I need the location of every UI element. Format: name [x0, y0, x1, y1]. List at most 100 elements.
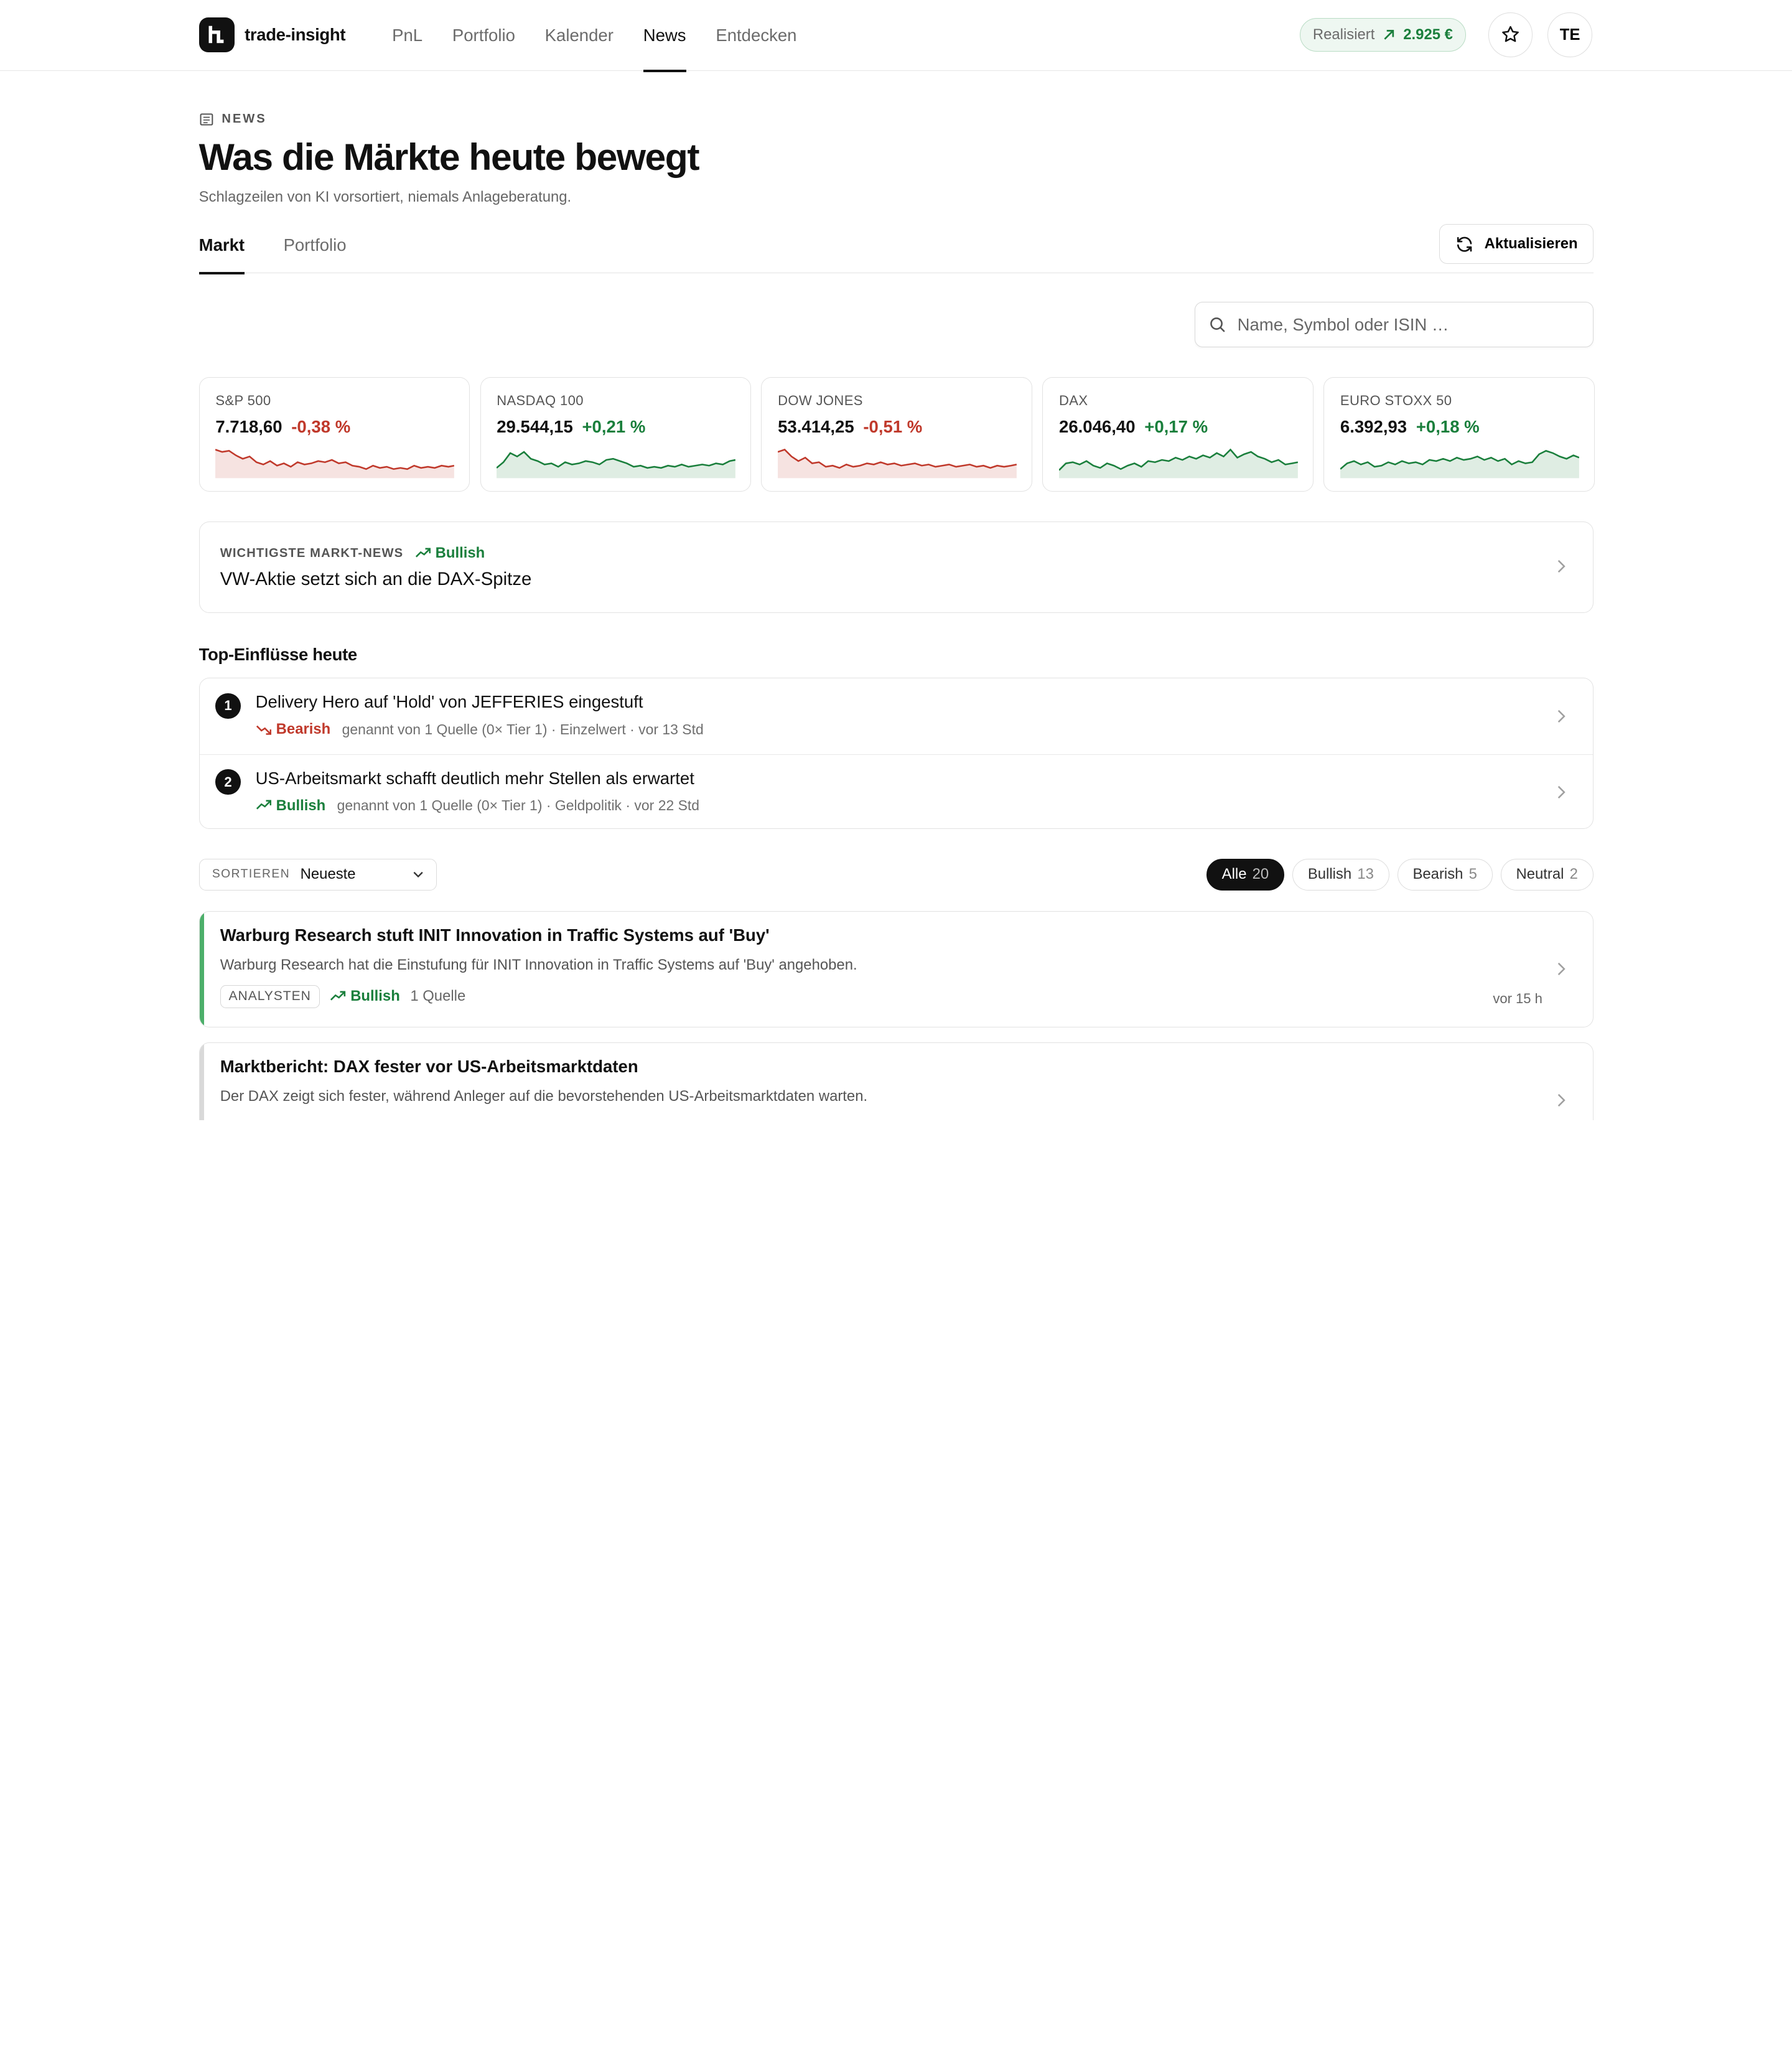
filter-neutral[interactable]: Neutral 2 — [1500, 858, 1594, 891]
index-name: NASDAQ 100 — [497, 393, 584, 409]
influence-title: Delivery Hero auf 'Hold' von JEFFERIES e… — [255, 692, 643, 712]
index-card-dax[interactable]: DAX 26.046,40 +0,17 % — [1042, 377, 1314, 492]
sort-select[interactable]: SORTIEREN Neueste — [198, 858, 437, 891]
search-input[interactable] — [1237, 314, 1569, 335]
nav-item-pnl[interactable]: PnL — [392, 0, 422, 71]
nav-item-kalender[interactable]: Kalender — [545, 0, 614, 71]
index-card-sp500[interactable]: S&P 500 7.718,60 -0,38 % — [198, 377, 470, 492]
top-bar: trade-insight PnL Portfolio Kalender New… — [0, 0, 1792, 72]
chevron-right-icon — [1557, 560, 1566, 573]
sentiment-filters: Alle 20 Bullish 13 Bearish 5 Neutral 2 — [1206, 858, 1594, 891]
index-value: 6.392,93 — [1340, 416, 1407, 436]
index-sparkline — [1059, 449, 1298, 479]
news-title: Warburg Research stuft INIT Innovation i… — [220, 925, 770, 945]
news-summary: Der DAX zeigt sich fester, während Anleg… — [220, 1087, 868, 1105]
nav-item-news[interactable]: News — [643, 0, 686, 72]
brand[interactable]: trade-insight — [198, 17, 346, 53]
sentiment-badge: Bullish — [415, 545, 485, 562]
sentiment-label: Bullish — [276, 797, 326, 814]
index-name: DOW JONES — [778, 393, 863, 409]
arrow-up-right-icon — [1384, 29, 1394, 40]
page-eyebrow-label: NEWS — [222, 112, 267, 126]
index-name: EURO STOXX 50 — [1340, 393, 1452, 409]
news-item[interactable]: Warburg Research stuft INIT Innovation i… — [198, 911, 1594, 1028]
chevron-right-icon — [1557, 709, 1566, 723]
influence-meta: genannt von 1 Quelle (0× Tier 1) · Geldp… — [337, 797, 700, 814]
index-sparkline — [778, 449, 1017, 479]
influence-meta: genannt von 1 Quelle (0× Tier 1) · Einze… — [342, 721, 704, 737]
main-nav: PnL Portfolio Kalender News Entdecken — [392, 0, 826, 72]
index-value: 7.718,60 — [215, 416, 282, 436]
index-cards: S&P 500 7.718,60 -0,38 % NASDAQ 100 29.54… — [198, 377, 1595, 492]
nav-item-entdecken[interactable]: Entdecken — [716, 0, 796, 71]
index-card-nasdaq100[interactable]: NASDAQ 100 29.544,15 +0,21 % — [480, 377, 751, 492]
refresh-label: Aktualisieren — [1484, 235, 1578, 253]
tab-portfolio[interactable]: Portfolio — [284, 235, 347, 273]
index-name: S&P 500 — [215, 393, 271, 409]
trend-up-icon — [256, 800, 271, 810]
influence-title: US-Arbeitsmarkt schafft deutlich mehr St… — [255, 768, 694, 788]
influence-item[interactable]: 1 Delivery Hero auf 'Hold' von JEFFERIES… — [200, 678, 1593, 754]
index-change: +0,21 % — [582, 416, 646, 436]
index-change: -0,38 % — [291, 416, 351, 436]
sentiment-label: Bullish — [435, 545, 485, 562]
filter-all[interactable]: Alle 20 — [1206, 858, 1285, 891]
filter-bullish[interactable]: Bullish 13 — [1292, 858, 1389, 891]
news-title: Marktbericht: DAX fester vor US-Arbeitsm… — [220, 1057, 638, 1077]
page-eyebrow: NEWS — [199, 112, 267, 127]
tab-markt[interactable]: Markt — [198, 235, 245, 274]
trend-up-icon — [415, 548, 431, 558]
rank-badge: 2 — [215, 769, 241, 795]
filter-count: 20 — [1252, 866, 1269, 883]
app-root: trade-insight PnL Portfolio Kalender New… — [0, 0, 1792, 1121]
index-card-dowjones[interactable]: DOW JONES 53.414,25 -0,51 % — [761, 377, 1032, 492]
refresh-button[interactable]: Aktualisieren — [1439, 224, 1594, 264]
search-box[interactable] — [1194, 301, 1594, 348]
rank-badge: 1 — [215, 693, 241, 719]
sentiment-label: Bullish — [350, 988, 400, 1005]
newspaper-icon — [200, 113, 213, 126]
filter-label: Alle — [1221, 866, 1247, 883]
search-icon — [1210, 317, 1225, 332]
top-influences-list: 1 Delivery Hero auf 'Hold' von JEFFERIES… — [198, 678, 1594, 830]
realized-label: Realisiert — [1312, 26, 1375, 44]
filter-bearish[interactable]: Bearish 5 — [1397, 858, 1493, 891]
top-news-eyebrow: WICHTIGSTE MARKT-NEWS Bullish — [220, 545, 485, 562]
nav-item-portfolio[interactable]: Portfolio — [452, 0, 515, 71]
star-icon — [1502, 26, 1519, 42]
filter-count: 13 — [1357, 866, 1374, 883]
index-change: +0,17 % — [1144, 416, 1208, 436]
page-title: Was die Märkte heute bewegt — [198, 135, 700, 178]
index-name: DAX — [1059, 393, 1088, 409]
news-item[interactable]: Marktbericht: DAX fester vor US-Arbeitsm… — [198, 1042, 1594, 1121]
index-card-eurostoxx50[interactable]: EURO STOXX 50 6.392,93 +0,18 % — [1323, 377, 1595, 492]
influence-item[interactable]: 2 US-Arbeitsmarkt schafft deutlich mehr … — [199, 754, 1593, 830]
news-tabs: Markt Portfolio — [198, 224, 1594, 274]
app-name: trade-insight — [245, 25, 346, 45]
app-logo-icon — [198, 17, 235, 53]
top-news-headline: VW-Aktie setzt sich an die DAX-Spitze — [220, 568, 532, 589]
index-change: -0,51 % — [863, 416, 923, 436]
realized-value: 2.925 € — [1403, 26, 1453, 44]
top-market-news-card[interactable]: WICHTIGSTE MARKT-NEWS Bullish VW-Aktie s… — [198, 521, 1594, 613]
index-sparkline — [215, 449, 455, 479]
news-summary: Warburg Research hat die Einstufung für … — [220, 956, 857, 973]
user-avatar-button[interactable]: TE — [1547, 12, 1592, 57]
sentiment-label: Bearish — [276, 721, 331, 738]
sentiment-accent-bar — [199, 1043, 204, 1121]
news-time: vor 15 h — [1493, 990, 1542, 1006]
sentiment-badge: Bullish — [256, 797, 326, 815]
sentiment-accent-bar — [199, 912, 204, 1027]
watchlist-button[interactable] — [1488, 12, 1533, 57]
index-sparkline — [1340, 450, 1579, 479]
sort-label: SORTIEREN — [212, 868, 291, 881]
page-subtitle: Schlagzeilen von KI vorsortiert, niemals… — [198, 189, 572, 206]
index-value: 53.414,25 — [778, 416, 854, 436]
refresh-icon — [1457, 236, 1472, 252]
chevron-right-icon — [1557, 1094, 1566, 1107]
trend-down-icon — [256, 725, 271, 735]
filter-label: Neutral — [1516, 866, 1564, 883]
index-sparkline — [497, 451, 736, 479]
realized-pnl-badge[interactable]: Realisiert 2.925 € — [1299, 18, 1467, 52]
index-value: 26.046,40 — [1059, 416, 1136, 436]
